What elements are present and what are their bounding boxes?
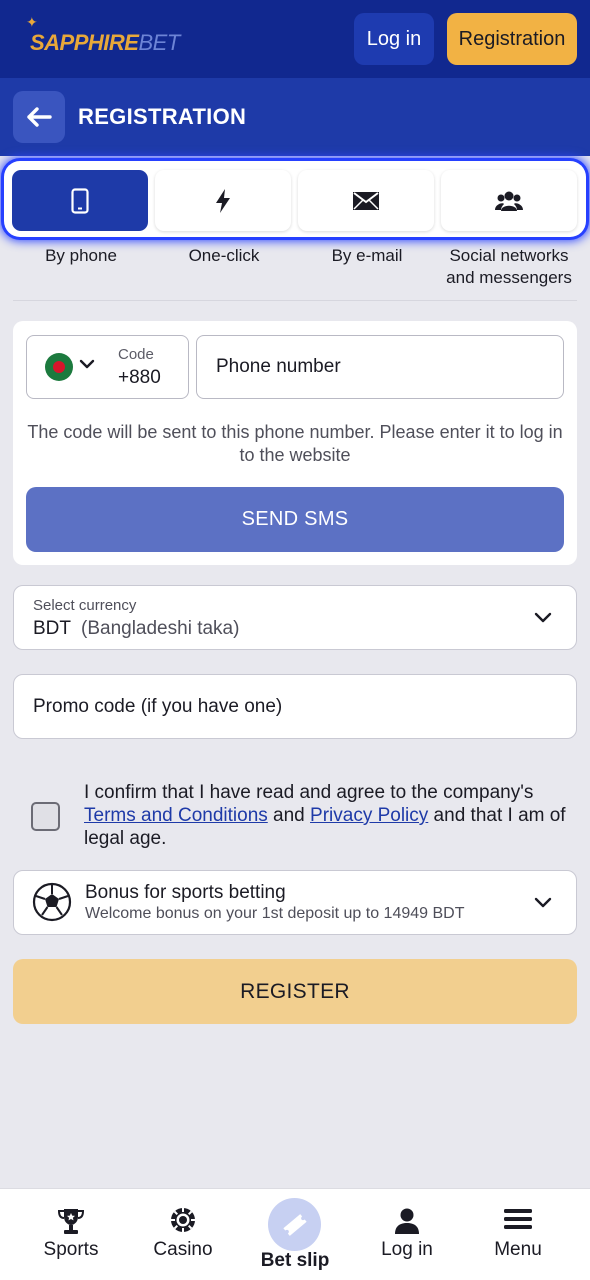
code-value: +880 <box>118 367 161 388</box>
tab-social-networks[interactable] <box>441 170 577 231</box>
trophy-icon <box>57 1209 85 1234</box>
nav-sports[interactable]: Sports <box>16 1189 126 1280</box>
chevron-down-icon <box>534 612 552 623</box>
bottom-navigation: Sports Casino Bet slip Log in Menu <box>0 1188 590 1280</box>
code-label: Code <box>118 346 154 363</box>
soccer-ball-icon <box>32 882 72 922</box>
tab-one-click[interactable] <box>155 170 291 231</box>
nav-menu[interactable]: Menu <box>463 1189 573 1280</box>
nav-login[interactable]: Log in <box>352 1189 462 1280</box>
users-icon <box>495 191 523 211</box>
tab-by-email[interactable] <box>298 170 434 231</box>
nav-menu-label: Menu <box>494 1239 542 1260</box>
envelope-icon <box>353 191 379 210</box>
country-code-selector[interactable]: Code +880 <box>26 335 189 399</box>
casino-chip-icon <box>171 1208 195 1232</box>
nav-bet-slip[interactable]: Bet slip <box>240 1189 350 1280</box>
smartphone-icon <box>71 187 89 214</box>
back-button[interactable] <box>13 91 65 143</box>
consent-checkbox[interactable] <box>31 802 60 831</box>
currency-select[interactable]: Select currency BDT (Bangladeshi taka) <box>13 585 577 650</box>
top-header: ✦ SAPPHIREBET Log in Registration <box>0 0 590 78</box>
tab-label-by-phone: By phone <box>45 246 117 265</box>
login-button[interactable]: Log in <box>354 13 434 65</box>
nav-sports-label: Sports <box>43 1239 99 1260</box>
privacy-policy-link[interactable]: Privacy Policy <box>310 805 428 826</box>
ticket-icon <box>282 1213 307 1236</box>
currency-code: BDT <box>33 618 71 639</box>
sparkle-icon: ✦ <box>26 14 38 30</box>
nav-casino[interactable]: Casino <box>128 1189 238 1280</box>
user-icon <box>395 1208 419 1234</box>
register-button[interactable]: REGISTER <box>13 959 577 1024</box>
hamburger-menu-icon <box>504 1209 532 1229</box>
tab-label-social-networks: Social networks and messengers <box>446 246 572 287</box>
bonus-select[interactable]: Bonus for sports betting Welcome bonus o… <box>13 870 577 935</box>
chevron-down-icon <box>534 897 552 908</box>
promo-code-input[interactable] <box>13 674 577 739</box>
bonus-title: Bonus for sports betting <box>85 882 286 903</box>
tab-label-one-click: One-click <box>188 246 260 265</box>
bonus-subtitle: Welcome bonus on your 1st deposit up to … <box>85 905 465 922</box>
registration-button[interactable]: Registration <box>447 13 577 65</box>
lightning-icon <box>216 188 230 213</box>
page-header: REGISTRATION <box>0 78 590 156</box>
arrow-left-icon <box>27 107 52 127</box>
page-title: REGISTRATION <box>78 104 247 129</box>
logo-text: SAPPHIREBET <box>30 30 180 55</box>
nav-login-label: Log in <box>381 1239 433 1260</box>
divider <box>13 300 577 301</box>
bet-slip-circle <box>268 1198 321 1251</box>
terms-link[interactable]: Terms and Conditions <box>84 805 268 826</box>
sms-hint-text: The code will be sent to this phone numb… <box>27 422 563 465</box>
tab-label-by-email: By e-mail <box>331 246 403 265</box>
consent-text: I confirm that I have read and agree to … <box>84 782 566 849</box>
send-sms-button[interactable]: SEND SMS <box>26 487 564 552</box>
sapphirebet-logo[interactable]: ✦ SAPPHIREBET <box>26 14 180 62</box>
nav-bet-slip-label: Bet slip <box>260 1250 330 1271</box>
currency-name: (Bangladeshi taka) <box>81 618 240 639</box>
phone-number-input[interactable] <box>196 335 564 399</box>
tab-by-phone[interactable] <box>12 170 148 231</box>
phone-registration-card: Code +880 The code will be sent to this … <box>13 321 577 565</box>
registration-method-tabs <box>4 161 586 237</box>
nav-casino-label: Casino <box>153 1239 213 1260</box>
bangladesh-flag-icon <box>45 353 73 381</box>
currency-label: Select currency <box>33 597 137 614</box>
chevron-down-icon <box>79 359 95 369</box>
